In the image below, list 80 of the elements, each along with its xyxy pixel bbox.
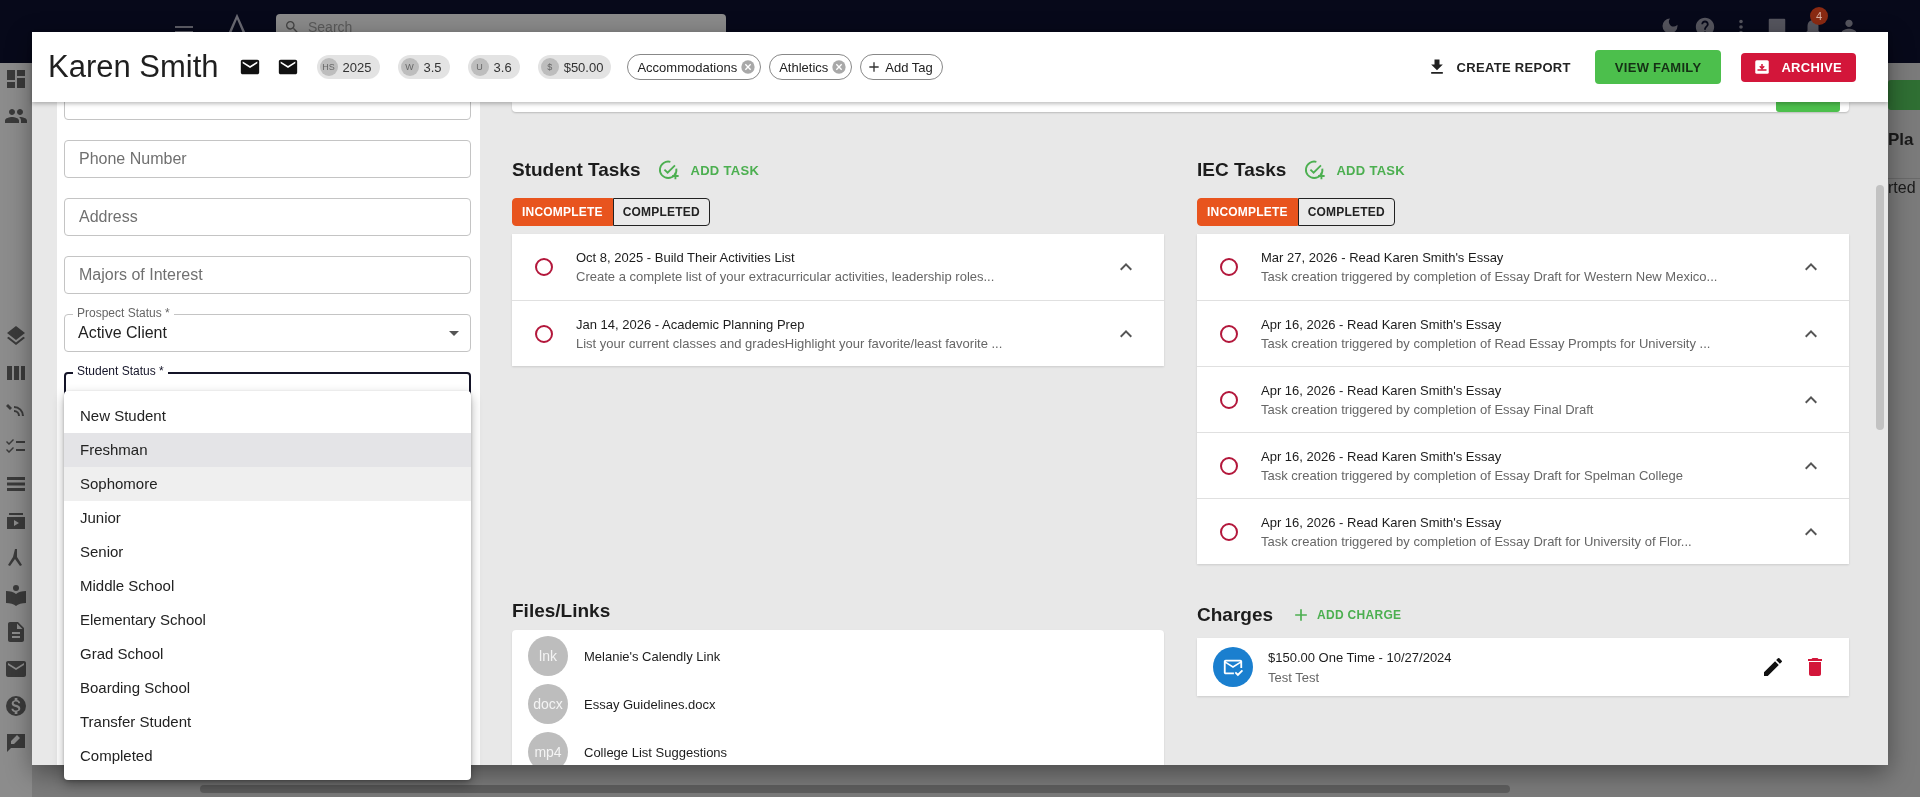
archive-icon [1753, 58, 1772, 76]
checkbox-circle[interactable] [1220, 324, 1238, 343]
notification-badge: 4 [1810, 7, 1828, 25]
logo-icon[interactable] [226, 12, 248, 34]
select-field[interactable]: Prospect Status * Active Client [64, 306, 471, 352]
stat-badge: $ [540, 58, 559, 76]
task-description: Create a complete list of your extracurricular activities, leadership roles... [576, 269, 996, 284]
task-title: Mar 27, 2026 - Read Karen Smith's Essay [1261, 250, 1505, 265]
menu-option[interactable]: Boarding School [64, 671, 471, 705]
charge-title: $150.00 One Time - 10/27/2024 [1268, 649, 1453, 665]
section-title: Files/Links [512, 600, 612, 623]
filter-tab[interactable]: INCOMPLETE [512, 198, 613, 226]
stat-badge: HS [319, 58, 338, 76]
stat-value: $50.00 [563, 59, 604, 75]
menu-option[interactable]: Junior [64, 501, 471, 535]
checkbox-circle[interactable] [1220, 522, 1238, 541]
stat-badge: U [470, 58, 489, 76]
menu-option[interactable]: Grad School [64, 637, 471, 671]
task-title: Jan 14, 2026 - Academic Planning Prep [576, 316, 806, 332]
task-description: Task creation triggered by completion of Essay Draft for University of Flor... [1261, 533, 1693, 549]
section-title: Student Tasks [512, 159, 641, 181]
text-field[interactable]: Phone Number [64, 140, 471, 178]
checkbox-circle[interactable] [1220, 390, 1238, 409]
task-title: Apr 16, 2026 - Read Karen Smith's Essay [1261, 448, 1503, 464]
menu-option[interactable]: Completed [64, 739, 471, 773]
filter-tab[interactable]: COMPLETED [1297, 198, 1395, 226]
add-task-icon [658, 159, 681, 181]
task-title: Apr 16, 2026 - Read Karen Smith's Essay [1261, 382, 1503, 398]
text-field[interactable]: Address [64, 198, 471, 236]
stat-value: 2025 [342, 59, 372, 75]
checkbox-circle[interactable] [1220, 258, 1238, 276]
caret-icon [449, 330, 459, 336]
tag-chip[interactable]: Athletics [769, 54, 853, 80]
add-tag-button[interactable]: Add Tag [860, 54, 943, 80]
filter-tab[interactable]: INCOMPLETE [1197, 198, 1298, 226]
stat-value: 3.6 [493, 59, 512, 75]
edit-icon[interactable] [1761, 655, 1785, 679]
search-icon [284, 19, 300, 35]
checkbox-circle[interactable] [1220, 456, 1238, 475]
view-family-button[interactable]: VIEW FAMILY [1594, 50, 1722, 84]
menu-option[interactable]: Elementary School [64, 603, 471, 637]
checkbox-circle[interactable] [535, 258, 553, 276]
section-title: Charges [1197, 604, 1274, 626]
file-name[interactable]: Essay Guidelines.docx [584, 696, 716, 712]
dollar-icon[interactable] [4, 694, 28, 718]
create-report-button[interactable]: CREATE REPORT [1422, 51, 1575, 83]
add-task-icon [1304, 159, 1327, 181]
checkbox-circle[interactable] [535, 324, 553, 343]
section-title: IEC Tasks [1197, 159, 1287, 181]
field-label: Prospect Status * [73, 306, 174, 320]
field-label: Student Status * [73, 364, 168, 378]
task-description: Task creation triggered by completion of Essay Draft for Western New Mexico... [1261, 269, 1719, 284]
task-description: Task creation triggered by completion of Essay Final Draft [1261, 401, 1595, 417]
task-description: Task creation triggered by completion of Read Essay Prompts for University ... [1261, 335, 1712, 351]
stat-badge: W [400, 58, 419, 76]
panel-title: Pla [1888, 130, 1915, 150]
archive-button[interactable]: ARCHIVE [1741, 52, 1856, 82]
menu-option[interactable]: Freshman [64, 433, 471, 467]
task-title: Apr 16, 2026 - Read Karen Smith's Essay [1261, 316, 1503, 332]
menu-option[interactable]: Sophomore [64, 467, 471, 501]
book-icon[interactable] [4, 583, 28, 607]
student-name: Karen Smith [48, 49, 219, 85]
charge-subtitle: Test Test [1268, 669, 1321, 685]
filter-tab[interactable]: COMPLETED [612, 198, 710, 226]
text-field[interactable]: Majors of Interest [64, 256, 471, 294]
task-title: Oct 8, 2025 - Build Their Activities List [576, 250, 796, 265]
dashboard-icon[interactable] [4, 67, 28, 91]
menu-option[interactable]: Middle School [64, 569, 471, 603]
task-description: Task creation triggered by completion of Essay Draft for Spelman College [1261, 467, 1684, 483]
scrollbar-thumb[interactable] [1876, 185, 1884, 430]
field-value: Active Client [78, 324, 167, 342]
file-name[interactable]: Melanie's Calendly Link [584, 648, 721, 664]
menu-option[interactable]: Transfer Student [64, 705, 471, 739]
task-title: Apr 16, 2026 - Read Karen Smith's Essay [1261, 514, 1503, 530]
task-description: List your current classes and gradesHighlight your favorite/least favorite ... [576, 335, 1004, 351]
stat-value: 3.5 [423, 59, 442, 75]
menu-option[interactable]: Senior [64, 535, 471, 569]
scrollbar[interactable] [200, 785, 1510, 793]
file-name[interactable]: College List Suggestions [584, 744, 728, 760]
tag-chip[interactable]: Accommodations [627, 54, 762, 80]
